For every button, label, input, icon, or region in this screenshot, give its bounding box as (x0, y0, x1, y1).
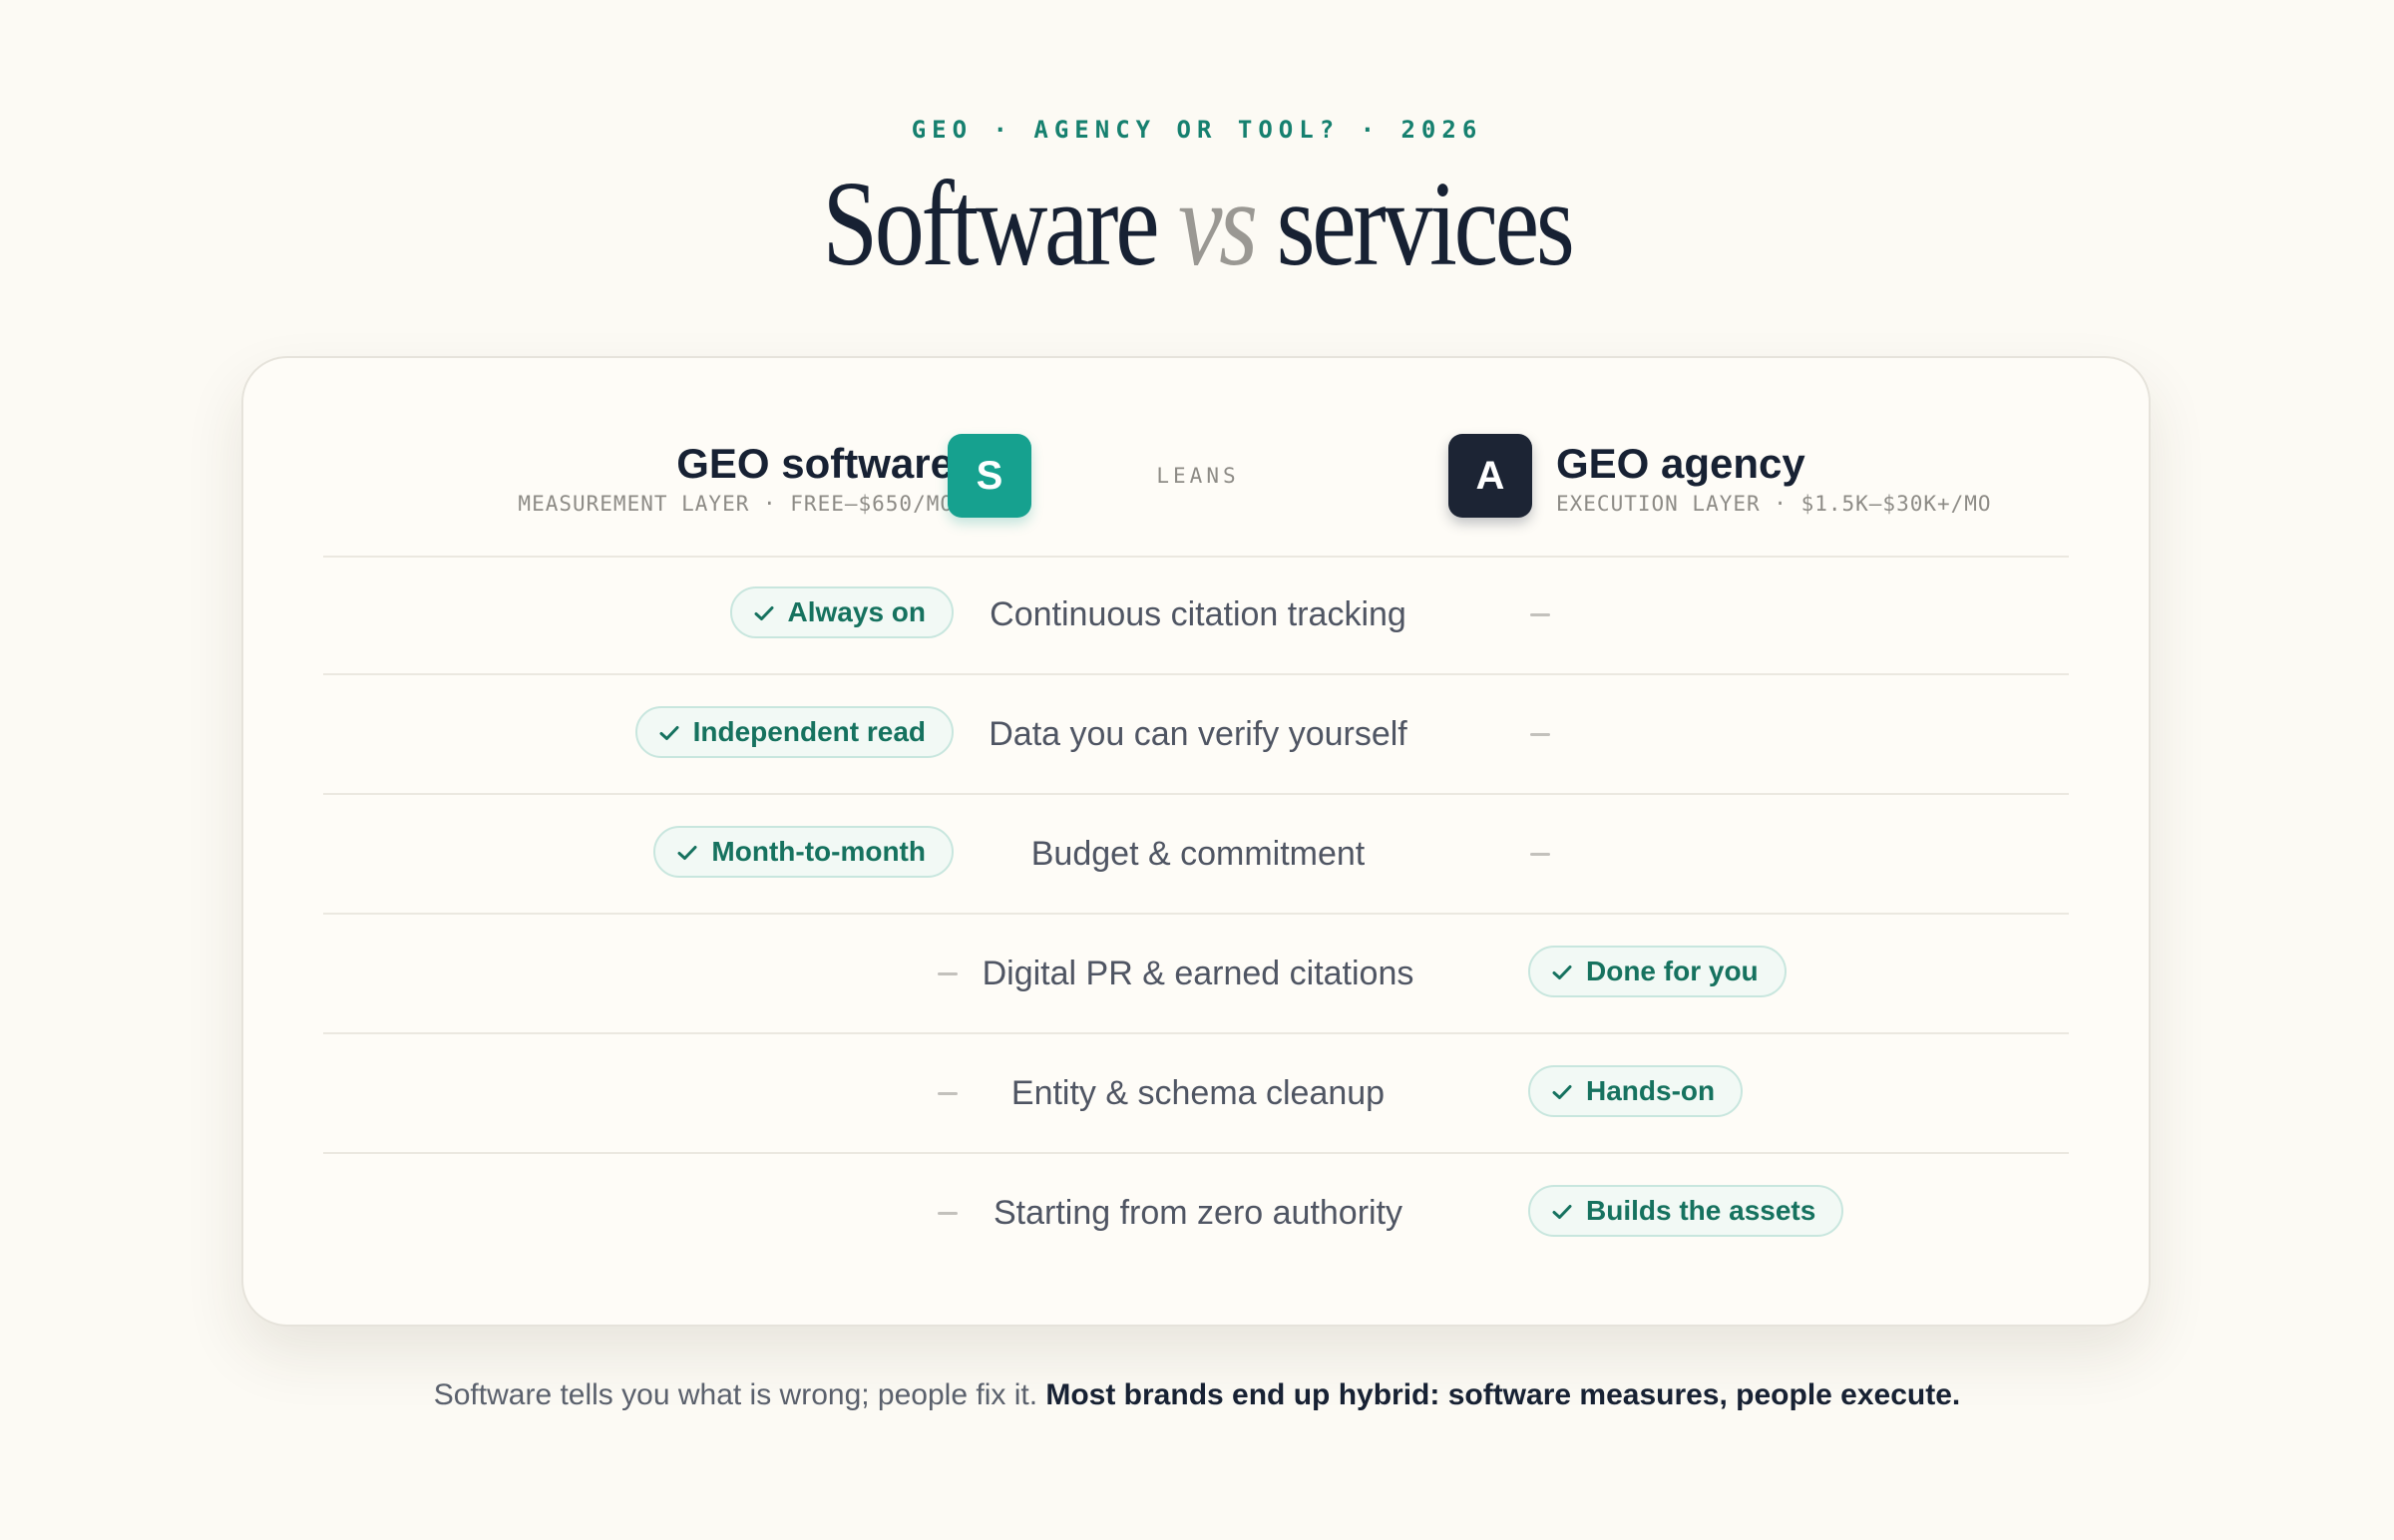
badge-label: Month-to-month (711, 836, 926, 867)
comparison-header: GEO software MEASUREMENT LAYER · FREE–$6… (323, 358, 2069, 558)
footnote-bold: Most brands end up hybrid: software meas… (1045, 1378, 1961, 1411)
title-vs: vs (1178, 157, 1258, 291)
agency-logo: A (1448, 434, 1532, 518)
page-title: Software vs services (215, 150, 2179, 299)
criterion-label: Entity & schema cleanup (1010, 1074, 1386, 1112)
agency-sub: EXECUTION LAYER · $1.5K–$30K+/MO (1556, 492, 1992, 516)
not-applicable-dash-icon (938, 1212, 958, 1215)
not-applicable-dash-icon (938, 972, 958, 975)
check-icon (1552, 1187, 1572, 1235)
criterion-label: Budget & commitment (1030, 835, 1366, 873)
table-row: Continuous citation tracking Always on (323, 556, 2069, 675)
software-sub: MEASUREMENT LAYER · FREE–$650/MO (518, 492, 954, 516)
badge-label: Independent read (692, 716, 926, 747)
table-row: Entity & schema cleanup Hands-on (323, 1034, 2069, 1154)
software-badge: Month-to-month (653, 826, 954, 878)
badge-label: Builds the assets (1586, 1195, 1816, 1226)
agency-badge: Done for you (1528, 946, 1787, 997)
table-row: Data you can verify yourself Independent … (323, 675, 2069, 795)
badge-label: Done for you (1586, 956, 1759, 986)
footnote: Software tells you what is wrong; people… (0, 1378, 2394, 1412)
badge-label: Hands-on (1586, 1075, 1716, 1106)
not-applicable-dash-icon (1530, 733, 1550, 736)
title-software: Software (822, 157, 1159, 291)
check-icon (1552, 948, 1572, 995)
agency-badge: Builds the assets (1528, 1185, 1844, 1237)
badge-label: Always on (787, 596, 926, 627)
table-row: Digital PR & earned citations Done for yo… (323, 915, 2069, 1034)
comparison-rows: Continuous citation tracking Always on Dat… (323, 556, 2069, 1272)
title-services: services (1276, 157, 1575, 291)
table-row: Budget & commitment Month-to-month (323, 795, 2069, 915)
eyebrow: GEO · AGENCY OR TOOL? · 2026 (911, 116, 1483, 144)
comparison-card: GEO software MEASUREMENT LAYER · FREE–$6… (241, 356, 2151, 1327)
footnote-plain: Software tells you what is wrong; people… (433, 1378, 1046, 1411)
check-icon (754, 588, 774, 636)
agency-badge: Hands-on (1528, 1065, 1744, 1117)
not-applicable-dash-icon (1530, 613, 1550, 616)
not-applicable-dash-icon (1530, 853, 1550, 856)
agency-header: GEO agency EXECUTION LAYER · $1.5K–$30K+… (1556, 438, 1992, 516)
check-icon (677, 828, 697, 876)
not-applicable-dash-icon (938, 1092, 958, 1095)
software-badge: Always on (729, 586, 954, 638)
criterion-label: Continuous citation tracking (990, 595, 1406, 633)
agency-name: GEO agency (1556, 440, 1805, 487)
check-icon (659, 708, 679, 756)
criterion-label: Digital PR & earned citations (982, 955, 1414, 992)
table-row: Starting from zero authority Builds the a… (323, 1154, 2069, 1272)
software-badge: Independent read (634, 706, 954, 758)
check-icon (1552, 1067, 1572, 1115)
criterion-label: Data you can verify yourself (989, 715, 1407, 753)
